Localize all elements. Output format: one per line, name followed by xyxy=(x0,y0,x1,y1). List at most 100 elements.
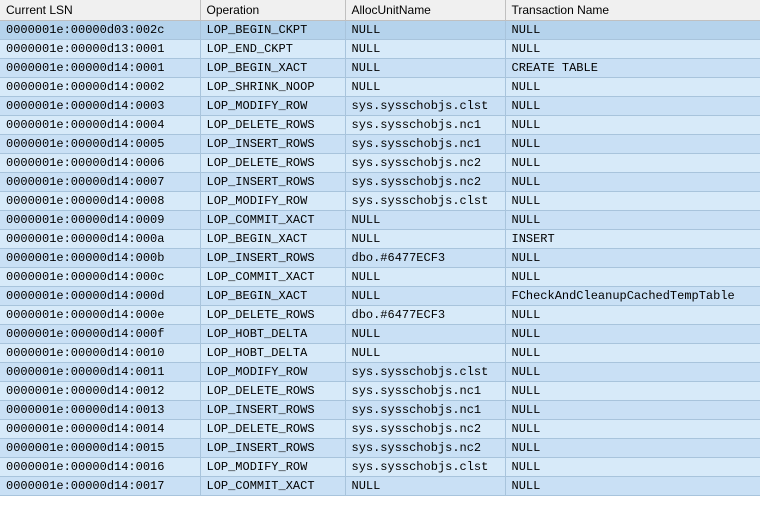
table-row[interactable]: 0000001e:00000d14:0016LOP_MODIFY_ROWsys.… xyxy=(0,458,760,477)
table-row[interactable]: 0000001e:00000d14:0014LOP_DELETE_ROWSsys… xyxy=(0,420,760,439)
cell-allocUnitName: sys.sysschobjs.nc2 xyxy=(345,154,505,173)
table-row[interactable]: 0000001e:00000d14:0013LOP_INSERT_ROWSsys… xyxy=(0,401,760,420)
cell-transactionName: NULL xyxy=(505,344,760,363)
cell-operation: LOP_BEGIN_XACT xyxy=(200,287,345,306)
cell-operation: LOP_MODIFY_ROW xyxy=(200,363,345,382)
cell-allocUnitName: dbo.#6477ECF3 xyxy=(345,306,505,325)
cell-operation: LOP_INSERT_ROWS xyxy=(200,173,345,192)
cell-lsn: 0000001e:00000d14:0015 xyxy=(0,439,200,458)
cell-operation: LOP_DELETE_ROWS xyxy=(200,420,345,439)
cell-transactionName: CREATE TABLE xyxy=(505,59,760,78)
cell-allocUnitName: NULL xyxy=(345,78,505,97)
cell-lsn: 0000001e:00000d14:000c xyxy=(0,268,200,287)
cell-allocUnitName: sys.sysschobjs.nc1 xyxy=(345,135,505,154)
table-row[interactable]: 0000001e:00000d14:000bLOP_INSERT_ROWSdbo… xyxy=(0,249,760,268)
cell-operation: LOP_BEGIN_XACT xyxy=(200,59,345,78)
table-row[interactable]: 0000001e:00000d14:0007LOP_INSERT_ROWSsys… xyxy=(0,173,760,192)
cell-allocUnitName: sys.sysschobjs.nc1 xyxy=(345,382,505,401)
table-row[interactable]: 0000001e:00000d14:0002LOP_SHRINK_NOOPNUL… xyxy=(0,78,760,97)
cell-transactionName: NULL xyxy=(505,420,760,439)
cell-operation: LOP_INSERT_ROWS xyxy=(200,249,345,268)
cell-lsn: 0000001e:00000d14:0016 xyxy=(0,458,200,477)
cell-lsn: 0000001e:00000d14:0014 xyxy=(0,420,200,439)
table-row[interactable]: 0000001e:00000d14:000dLOP_BEGIN_XACTNULL… xyxy=(0,287,760,306)
cell-allocUnitName: sys.sysschobjs.nc1 xyxy=(345,116,505,135)
cell-allocUnitName: sys.sysschobjs.clst xyxy=(345,363,505,382)
table-row[interactable]: 0000001e:00000d14:000cLOP_COMMIT_XACTNUL… xyxy=(0,268,760,287)
cell-lsn: 0000001e:00000d14:0004 xyxy=(0,116,200,135)
cell-allocUnitName: NULL xyxy=(345,40,505,59)
table-row[interactable]: 0000001e:00000d14:0010LOP_HOBT_DELTANULL… xyxy=(0,344,760,363)
column-header-transactionname[interactable]: Transaction Name xyxy=(505,0,760,21)
cell-operation: LOP_COMMIT_XACT xyxy=(200,211,345,230)
table-row[interactable]: 0000001e:00000d13:0001LOP_END_CKPTNULLNU… xyxy=(0,40,760,59)
cell-allocUnitName: sys.sysschobjs.nc1 xyxy=(345,401,505,420)
cell-operation: LOP_MODIFY_ROW xyxy=(200,458,345,477)
cell-operation: LOP_BEGIN_XACT xyxy=(200,230,345,249)
cell-allocUnitName: sys.sysschobjs.nc2 xyxy=(345,420,505,439)
cell-operation: LOP_MODIFY_ROW xyxy=(200,97,345,116)
cell-transactionName: NULL xyxy=(505,249,760,268)
cell-transactionName: NULL xyxy=(505,325,760,344)
cell-allocUnitName: dbo.#6477ECF3 xyxy=(345,249,505,268)
table-row[interactable]: 0000001e:00000d03:002cLOP_BEGIN_CKPTNULL… xyxy=(0,21,760,40)
cell-lsn: 0000001e:00000d14:000a xyxy=(0,230,200,249)
cell-operation: LOP_MODIFY_ROW xyxy=(200,192,345,211)
cell-allocUnitName: sys.sysschobjs.nc2 xyxy=(345,173,505,192)
cell-operation: LOP_DELETE_ROWS xyxy=(200,306,345,325)
table-row[interactable]: 0000001e:00000d14:0017LOP_COMMIT_XACTNUL… xyxy=(0,477,760,496)
table-row[interactable]: 0000001e:00000d14:000fLOP_HOBT_DELTANULL… xyxy=(0,325,760,344)
table-row[interactable]: 0000001e:00000d14:0008LOP_MODIFY_ROWsys.… xyxy=(0,192,760,211)
cell-allocUnitName: NULL xyxy=(345,344,505,363)
table-row[interactable]: 0000001e:00000d14:0012LOP_DELETE_ROWSsys… xyxy=(0,382,760,401)
table-row[interactable]: 0000001e:00000d14:0001LOP_BEGIN_XACTNULL… xyxy=(0,59,760,78)
cell-transactionName: NULL xyxy=(505,458,760,477)
cell-transactionName: NULL xyxy=(505,401,760,420)
cell-allocUnitName: sys.sysschobjs.nc2 xyxy=(345,439,505,458)
cell-lsn: 0000001e:00000d14:0008 xyxy=(0,192,200,211)
column-header-operation[interactable]: Operation xyxy=(200,0,345,21)
table-row[interactable]: 0000001e:00000d14:0011LOP_MODIFY_ROWsys.… xyxy=(0,363,760,382)
cell-lsn: 0000001e:00000d14:0013 xyxy=(0,401,200,420)
cell-operation: LOP_INSERT_ROWS xyxy=(200,135,345,154)
table-row[interactable]: 0000001e:00000d14:0003LOP_MODIFY_ROWsys.… xyxy=(0,97,760,116)
column-header-lsn[interactable]: Current LSN xyxy=(0,0,200,21)
table-row[interactable]: 0000001e:00000d14:0004LOP_DELETE_ROWSsys… xyxy=(0,116,760,135)
cell-transactionName: NULL xyxy=(505,211,760,230)
table-row[interactable]: 0000001e:00000d14:0005LOP_INSERT_ROWSsys… xyxy=(0,135,760,154)
cell-transactionName: NULL xyxy=(505,439,760,458)
cell-allocUnitName: NULL xyxy=(345,21,505,40)
cell-operation: LOP_BEGIN_CKPT xyxy=(200,21,345,40)
cell-transactionName: NULL xyxy=(505,21,760,40)
cell-transactionName: INSERT xyxy=(505,230,760,249)
cell-operation: LOP_INSERT_ROWS xyxy=(200,401,345,420)
cell-transactionName: NULL xyxy=(505,268,760,287)
cell-transactionName: NULL xyxy=(505,135,760,154)
cell-lsn: 0000001e:00000d14:0012 xyxy=(0,382,200,401)
cell-transactionName: NULL xyxy=(505,154,760,173)
cell-lsn: 0000001e:00000d14:0007 xyxy=(0,173,200,192)
table-row[interactable]: 0000001e:00000d14:000eLOP_DELETE_ROWSdbo… xyxy=(0,306,760,325)
cell-transactionName: NULL xyxy=(505,97,760,116)
cell-transactionName: FCheckAndCleanupCachedTempTable xyxy=(505,287,760,306)
cell-transactionName: NULL xyxy=(505,477,760,496)
table-row[interactable]: 0000001e:00000d14:0006LOP_DELETE_ROWSsys… xyxy=(0,154,760,173)
table-row[interactable]: 0000001e:00000d14:0015LOP_INSERT_ROWSsys… xyxy=(0,439,760,458)
cell-operation: LOP_INSERT_ROWS xyxy=(200,439,345,458)
log-grid[interactable]: Current LSN Operation AllocUnitName Tran… xyxy=(0,0,760,496)
column-header-allocunitname[interactable]: AllocUnitName xyxy=(345,0,505,21)
cell-lsn: 0000001e:00000d14:0001 xyxy=(0,59,200,78)
cell-allocUnitName: sys.sysschobjs.clst xyxy=(345,97,505,116)
table-row[interactable]: 0000001e:00000d14:000aLOP_BEGIN_XACTNULL… xyxy=(0,230,760,249)
header-row: Current LSN Operation AllocUnitName Tran… xyxy=(0,0,760,21)
cell-lsn: 0000001e:00000d14:0010 xyxy=(0,344,200,363)
cell-lsn: 0000001e:00000d14:000e xyxy=(0,306,200,325)
cell-operation: LOP_COMMIT_XACT xyxy=(200,477,345,496)
cell-operation: LOP_DELETE_ROWS xyxy=(200,116,345,135)
cell-lsn: 0000001e:00000d14:000f xyxy=(0,325,200,344)
cell-operation: LOP_DELETE_ROWS xyxy=(200,382,345,401)
cell-allocUnitName: NULL xyxy=(345,477,505,496)
cell-operation: LOP_END_CKPT xyxy=(200,40,345,59)
cell-transactionName: NULL xyxy=(505,78,760,97)
table-row[interactable]: 0000001e:00000d14:0009LOP_COMMIT_XACTNUL… xyxy=(0,211,760,230)
